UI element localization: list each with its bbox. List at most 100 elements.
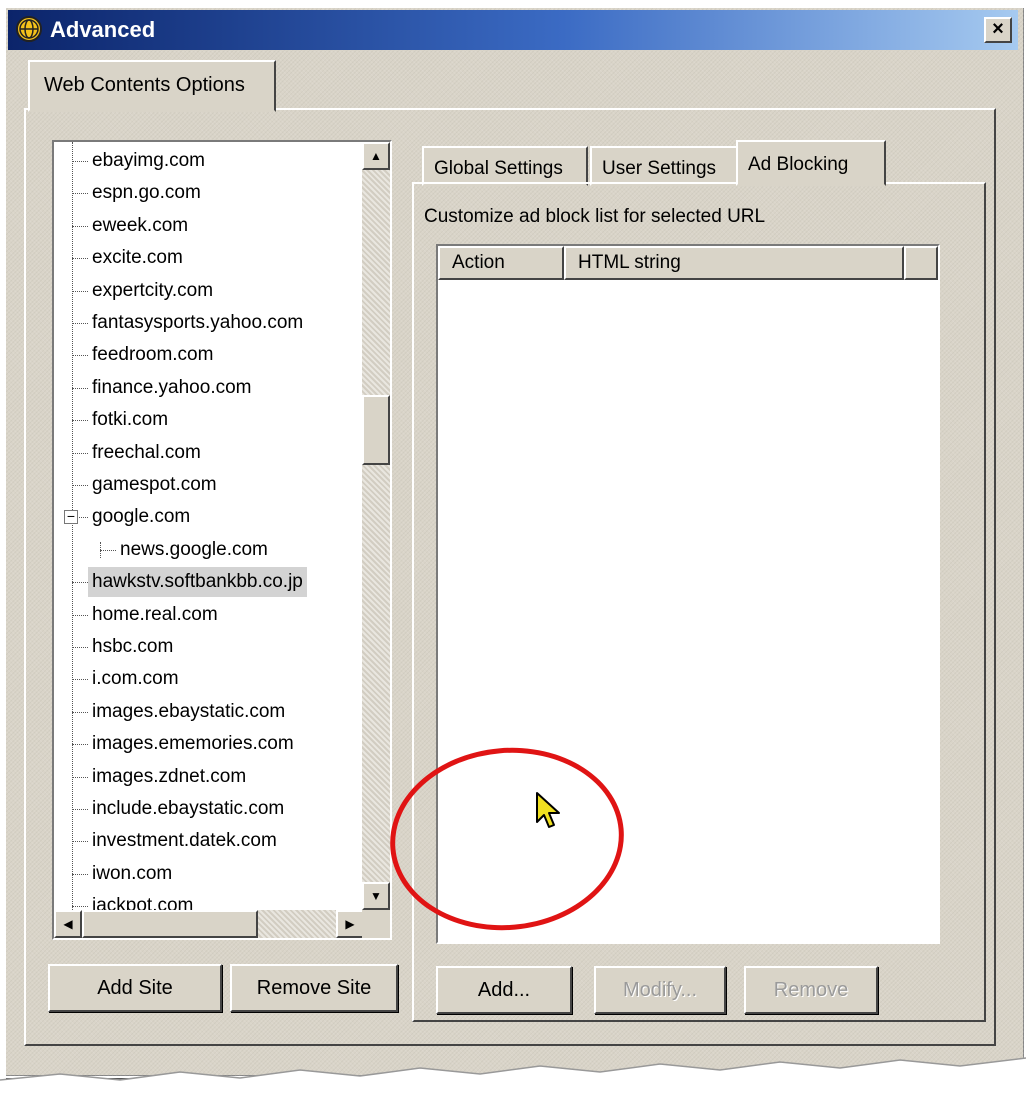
tree-horizontal-scrollbar[interactable]: ◀ ▶	[54, 910, 364, 938]
mouse-cursor-icon	[536, 792, 560, 828]
tree-connector	[72, 387, 88, 389]
tree-connector	[72, 193, 88, 195]
ad-block-list[interactable]: Action HTML string	[436, 244, 940, 944]
tree-item-label: google.com	[92, 506, 191, 528]
tree-item[interactable]: i.com.com	[54, 664, 364, 694]
column-header-html-string[interactable]: HTML string	[564, 246, 904, 280]
tree-item-label: i.com.com	[92, 668, 179, 690]
tree-item[interactable]: home.real.com	[54, 600, 364, 630]
tab-global-settings[interactable]: Global Settings	[422, 146, 588, 186]
horizontal-scroll-thumb[interactable]	[82, 910, 258, 938]
tree-item[interactable]: images.ememories.com	[54, 729, 364, 759]
tree-item-label: eweek.com	[92, 214, 189, 236]
tree-item-label: hsbc.com	[92, 636, 174, 657]
tree-item[interactable]: finance.yahoo.com	[54, 373, 364, 403]
tree-item[interactable]: feedroom.com	[54, 340, 364, 370]
tree-item-label: ebayimg.com	[92, 150, 205, 171]
tree-connector	[72, 711, 88, 713]
tree-connector	[72, 323, 88, 324]
tab-ad-blocking[interactable]: Ad Blocking	[736, 140, 886, 186]
column-header-action[interactable]: Action	[438, 246, 564, 280]
tree-item[interactable]: excite.com	[54, 243, 364, 273]
tree-connector	[72, 161, 88, 162]
tree-item[interactable]: espn.go.com	[54, 178, 364, 208]
tree-item-label: news.google.com	[120, 538, 268, 560]
scroll-right-arrow-icon[interactable]: ▶	[336, 910, 364, 938]
add-site-button[interactable]: Add Site	[48, 964, 222, 1012]
tab-label: User Settings	[602, 158, 717, 179]
tree-connector	[72, 679, 88, 681]
tree-item-label: images.ememories.com	[92, 733, 294, 755]
remove-site-button[interactable]: Remove Site	[230, 964, 398, 1012]
tree-connector	[72, 582, 88, 584]
title-bar[interactable]: Advanced ×	[8, 10, 1018, 50]
tree-item[interactable]: news.google.com	[54, 535, 364, 565]
tree-item-label: investment.datek.com	[92, 830, 277, 852]
tree-item-label: finance.yahoo.com	[92, 376, 252, 398]
tree-item[interactable]: images.zdnet.com	[54, 762, 364, 792]
tree-connector	[72, 744, 88, 746]
column-header-filler	[904, 246, 938, 280]
tree-item-label: espn.go.com	[92, 182, 201, 204]
tree-item-label: include.ebaystatic.com	[92, 798, 285, 819]
tab-user-settings[interactable]: User Settings	[590, 146, 738, 186]
tab-web-contents-options[interactable]: Web Contents Options	[28, 60, 276, 112]
tree-item[interactable]: ebayimg.com	[54, 146, 364, 176]
tree-item[interactable]: freechal.com	[54, 438, 364, 468]
scroll-up-arrow-icon[interactable]: ▲	[362, 142, 390, 170]
tree-item[interactable]: − google.com	[54, 502, 364, 532]
tree-item[interactable]: investment.datek.com	[54, 826, 364, 856]
tree-item-label: freechal.com	[92, 441, 201, 463]
tree-connector	[72, 776, 88, 778]
tree-connector	[72, 841, 88, 843]
tree-item-label: gamespot.com	[92, 474, 217, 495]
tree-item-label: images.zdnet.com	[92, 765, 247, 787]
tree-connector	[72, 647, 88, 648]
site-tree[interactable]: ebayimg.com espn.go.com eweek.com excite.co…	[52, 140, 392, 940]
tree-item[interactable]: gamespot.com	[54, 470, 364, 500]
tree-item-label: fotki.com	[92, 409, 169, 431]
add-button[interactable]: Add...	[436, 966, 572, 1014]
tree-connector	[72, 225, 88, 227]
window-title: Advanced	[50, 17, 156, 42]
tree-connector	[72, 614, 88, 616]
tree-item-label: hawkstv.softbankbb.co.jp	[88, 567, 307, 598]
collapse-icon[interactable]: −	[64, 509, 78, 525]
tree-item[interactable]: images.ebaystatic.com	[54, 697, 364, 727]
tree-item-label: iwon.com	[92, 862, 173, 884]
tree-connector	[100, 549, 116, 551]
tree-item-label: home.real.com	[92, 603, 218, 625]
tree-item[interactable]: eweek.com	[54, 211, 364, 241]
tree-connector	[72, 485, 88, 486]
scroll-down-arrow-icon[interactable]: ▼	[362, 882, 390, 910]
tree-item[interactable]: fotki.com	[54, 405, 364, 435]
tab-label: Web Contents Options	[44, 74, 245, 96]
vertical-scroll-thumb[interactable]	[362, 394, 390, 465]
tree-connector	[72, 906, 88, 908]
tree-vertical-scrollbar[interactable]: ▲ ▼	[362, 142, 390, 910]
tree-item[interactable]: hsbc.com	[54, 632, 364, 662]
tree-item-label: images.ebaystatic.com	[92, 700, 286, 722]
tab-label: Global Settings	[434, 158, 563, 179]
modify-button[interactable]: Modify...	[594, 966, 726, 1014]
tree-item[interactable]: iwon.com	[54, 859, 364, 889]
tree-item[interactable]: include.ebaystatic.com	[54, 794, 364, 824]
tab-label: Ad Blocking	[748, 154, 849, 175]
tree-item-label: excite.com	[92, 247, 183, 269]
tree-connector	[72, 873, 88, 875]
tree-connector	[72, 258, 88, 260]
tree-item-label: feedroom.com	[92, 344, 214, 366]
tree-item[interactable]: expertcity.com	[54, 276, 364, 306]
scroll-left-arrow-icon[interactable]: ◀	[54, 910, 82, 938]
ad-block-description: Customize ad block list for selected URL	[424, 206, 766, 227]
tree-item[interactable]: hawkstv.softbankbb.co.jp	[54, 567, 364, 598]
tree-connector	[72, 290, 88, 292]
scrollbar-corner	[362, 910, 390, 938]
tree-item[interactable]: fantasysports.yahoo.com	[54, 308, 364, 338]
tree-connector	[72, 420, 88, 422]
tree-item-label: expertcity.com	[92, 279, 214, 301]
torn-edge	[0, 1057, 1026, 1112]
close-button[interactable]: ×	[984, 17, 1012, 43]
tree-item-label: fantasysports.yahoo.com	[92, 312, 304, 333]
remove-button[interactable]: Remove	[744, 966, 878, 1014]
